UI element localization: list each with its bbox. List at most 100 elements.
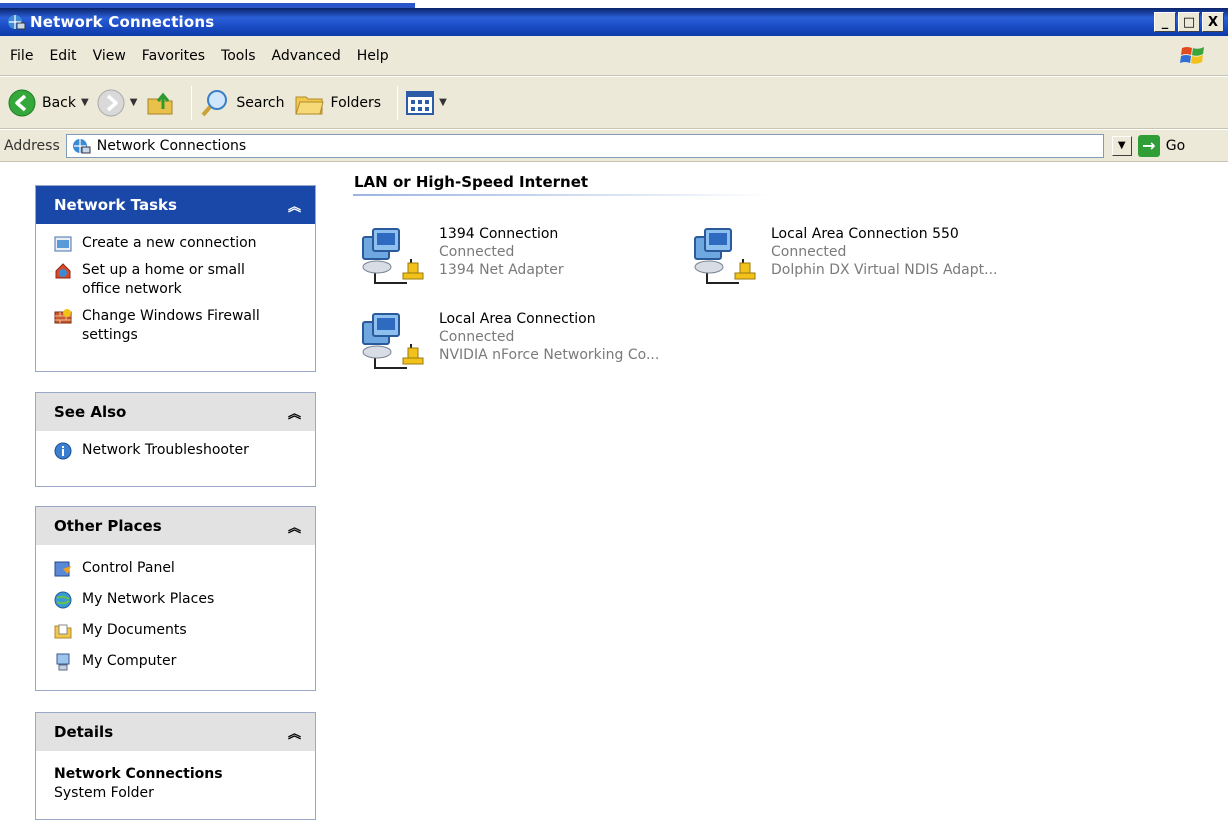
views-button[interactable]: ▼	[406, 90, 447, 116]
folders-icon	[294, 96, 324, 114]
computer-icon	[56, 653, 70, 671]
task-create-connection[interactable]: Create a new connection	[54, 234, 303, 253]
minimize-button[interactable]: _	[1154, 12, 1176, 32]
firewall-icon	[54, 309, 72, 324]
window-controls: _ □ X	[1154, 12, 1224, 32]
network-connection-icon	[694, 228, 756, 284]
link-my-network-places[interactable]: My Network Places	[54, 590, 303, 609]
task-pane: Network Tasks ︽ Create a new connection	[0, 163, 335, 840]
details-panel: Details ︽ Network Connections System Fol…	[35, 712, 316, 820]
menu-favorites[interactable]: Favorites	[134, 48, 213, 64]
forward-button[interactable]: ▼	[97, 89, 138, 117]
address-dropdown-button[interactable]: ▼	[1111, 135, 1132, 156]
folders-label: Folders	[330, 94, 382, 111]
new-connection-icon	[54, 236, 72, 252]
connection-name: Local Area Connection 550	[771, 226, 959, 242]
link-network-troubleshooter[interactable]: Network Troubleshooter	[54, 441, 303, 460]
connection-item[interactable]: Local Area Connection Connected NVIDIA n…	[355, 310, 685, 382]
panel-title: Details	[54, 723, 114, 741]
forward-dropdown-icon[interactable]: ▼	[130, 97, 138, 108]
connection-device: 1394 Net Adapter	[439, 262, 564, 278]
connection-status: Connected	[439, 244, 515, 260]
connection-status: Connected	[771, 244, 847, 260]
group-header: LAN or High-Speed Internet	[354, 173, 589, 191]
network-tasks-panel: Network Tasks ︽ Create a new connection	[35, 185, 316, 372]
collapse-chevron-icon[interactable]: ︽	[288, 517, 301, 536]
collapse-chevron-icon[interactable]: ︽	[288, 403, 301, 422]
network-connections-icon	[72, 138, 91, 153]
back-label: Back	[42, 94, 76, 111]
menu-advanced[interactable]: Advanced	[264, 48, 349, 64]
network-places-icon	[54, 591, 72, 609]
windows-logo-icon	[1180, 47, 1204, 64]
group-divider	[353, 194, 773, 196]
connection-name: Local Area Connection	[439, 311, 596, 327]
address-input[interactable]: Network Connections	[65, 133, 1104, 158]
link-my-computer[interactable]: My Computer	[54, 652, 303, 671]
link-control-panel[interactable]: Control Panel	[54, 559, 303, 578]
go-label: Go	[1165, 137, 1186, 154]
views-icon	[406, 90, 435, 115]
search-button[interactable]: Search	[200, 88, 285, 118]
collapse-chevron-icon[interactable]: ︽	[288, 723, 301, 742]
see-also-header[interactable]: See Also ︽	[36, 393, 315, 431]
network-tasks-header[interactable]: Network Tasks ︽	[36, 186, 315, 224]
panel-title: Other Places	[54, 517, 162, 535]
toolbar-separator	[191, 85, 193, 120]
connection-status: Connected	[439, 329, 515, 345]
up-folder-icon	[147, 92, 173, 114]
maximize-button[interactable]: □	[1178, 12, 1200, 32]
network-connections-icon	[8, 15, 26, 30]
network-connection-icon	[362, 228, 424, 284]
see-also-panel: See Also ︽ Network Troubleshooter	[35, 392, 316, 487]
panel-title: See Also	[54, 403, 127, 421]
connection-device: NVIDIA nForce Networking Co...	[439, 347, 660, 363]
connection-device: Dolphin DX Virtual NDIS Adapt...	[771, 262, 998, 278]
search-label: Search	[236, 94, 285, 111]
connection-name: 1394 Connection	[439, 226, 559, 242]
details-header[interactable]: Details ︽	[36, 713, 315, 751]
menu-view[interactable]: View	[85, 48, 134, 64]
back-dropdown-icon[interactable]: ▼	[81, 97, 89, 108]
connections-view: LAN or High-Speed Internet 1394 Connecti…	[335, 163, 1228, 840]
explorer-window: Network Connections _ □ X File Edit View…	[0, 0, 1228, 840]
panel-title: Network Tasks	[54, 196, 177, 214]
home-network-icon	[55, 263, 71, 279]
address-bar: Address Network Connections ▼ → Go	[0, 130, 1228, 162]
task-home-network[interactable]: Set up a home or small office network	[54, 261, 303, 299]
go-button[interactable]: → Go	[1137, 134, 1186, 157]
connection-item[interactable]: 1394 Connection Connected 1394 Net Adapt…	[355, 225, 685, 297]
window-top-edge	[0, 0, 1228, 8]
info-icon	[54, 442, 72, 460]
details-type: System Folder	[54, 785, 154, 801]
search-icon	[201, 89, 228, 116]
collapse-chevron-icon[interactable]: ︽	[288, 196, 301, 215]
folders-button[interactable]: Folders	[293, 89, 382, 117]
title-bar[interactable]: Network Connections _ □ X	[0, 8, 1228, 36]
standard-toolbar: Back ▼ ▼ Search Folders ▼	[0, 77, 1228, 129]
menu-tools[interactable]: Tools	[213, 48, 264, 64]
forward-arrow-icon	[97, 89, 125, 116]
address-label: Address	[4, 137, 60, 154]
documents-folder-icon	[54, 624, 72, 639]
toolbar-separator	[397, 85, 399, 120]
menu-edit[interactable]: Edit	[41, 48, 84, 64]
back-button[interactable]: Back ▼	[8, 89, 89, 117]
window-title: Network Connections	[30, 13, 215, 31]
menu-help[interactable]: Help	[349, 48, 397, 64]
address-value: Network Connections	[96, 137, 247, 154]
other-places-panel: Other Places ︽ Control Panel My Network …	[35, 506, 316, 691]
menu-bar: File Edit View Favorites Tools Advanced …	[0, 36, 1228, 76]
task-firewall-settings[interactable]: Change Windows Firewall settings	[54, 307, 303, 345]
other-places-header[interactable]: Other Places ︽	[36, 507, 315, 545]
go-arrow-icon: →	[1137, 134, 1160, 157]
network-connection-icon	[362, 313, 424, 369]
menu-file[interactable]: File	[2, 48, 41, 64]
close-button[interactable]: X	[1202, 12, 1224, 32]
views-dropdown-icon[interactable]: ▼	[439, 97, 447, 108]
back-arrow-icon	[8, 89, 36, 116]
link-my-documents[interactable]: My Documents	[54, 621, 303, 640]
up-folder-button[interactable]	[145, 89, 175, 117]
connection-item[interactable]: Local Area Connection 550 Connected Dolp…	[687, 225, 1067, 297]
details-name: Network Connections	[54, 766, 223, 782]
